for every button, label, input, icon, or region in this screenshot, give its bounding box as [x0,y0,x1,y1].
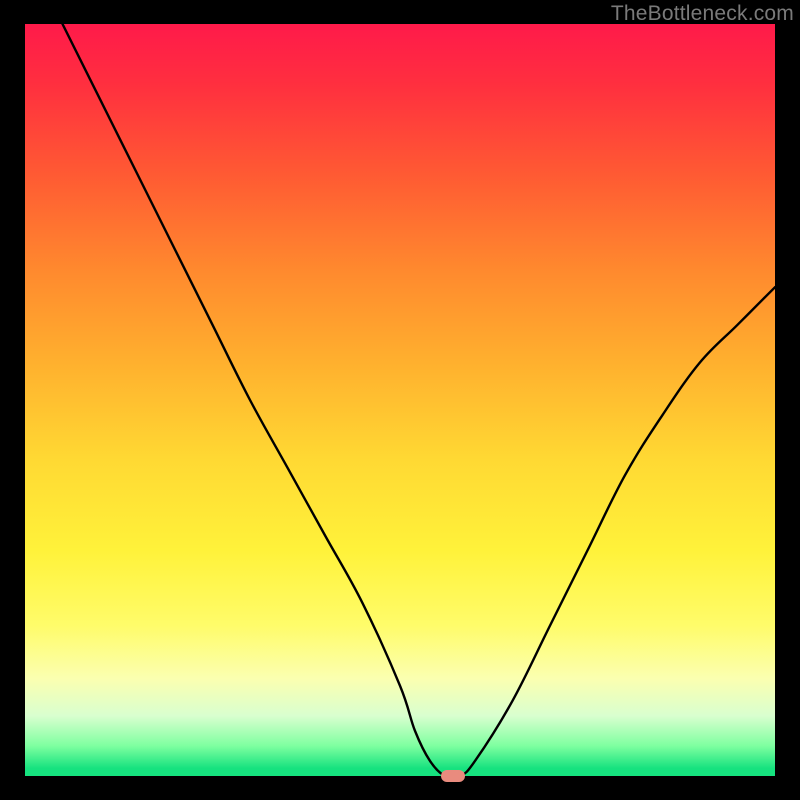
bottleneck-curve [63,24,776,776]
plot-area [25,24,775,776]
watermark-text: TheBottleneck.com [611,2,794,26]
chart-svg [25,24,775,776]
bottleneck-marker [441,770,465,782]
chart-frame: TheBottleneck.com [0,0,800,800]
